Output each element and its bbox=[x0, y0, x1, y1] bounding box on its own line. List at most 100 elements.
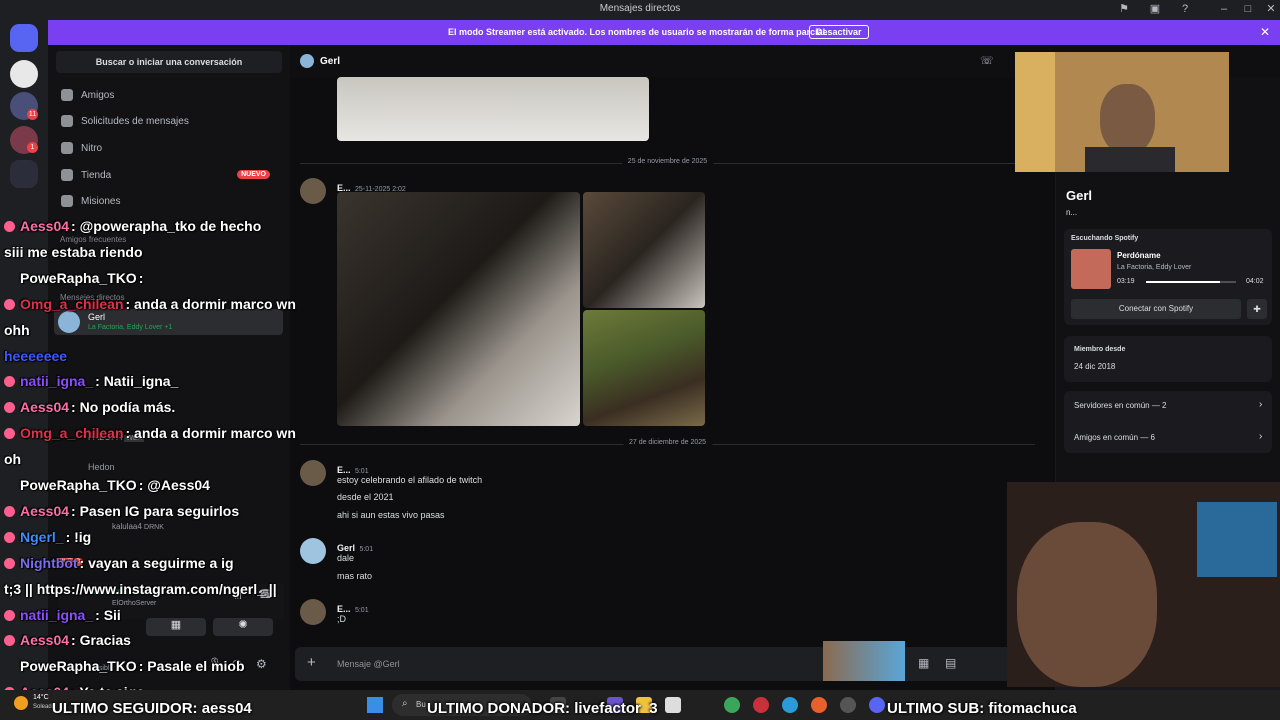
webcam-person bbox=[1017, 522, 1157, 687]
attachment-image[interactable] bbox=[583, 192, 705, 308]
heart-badge-icon bbox=[4, 376, 15, 388]
discord-home-icon[interactable] bbox=[10, 24, 38, 52]
stream-chat-line: siii me estaba riendo bbox=[4, 244, 143, 260]
gift-icon[interactable]: ▦ bbox=[918, 656, 929, 670]
channel-name: Gerl bbox=[320, 56, 341, 67]
opera-icon[interactable] bbox=[753, 697, 769, 713]
notepad-icon[interactable] bbox=[665, 697, 681, 713]
stream-chat-username: PoweRapha_TKO bbox=[20, 477, 137, 493]
stream-chat-username: Aess04 bbox=[20, 632, 70, 649]
date-divider: 25 de noviembre de 2025 bbox=[300, 158, 1035, 165]
nav-nitro[interactable]: Nitro bbox=[56, 137, 282, 161]
heart-badge-icon bbox=[4, 661, 15, 672]
attachment-image[interactable] bbox=[583, 310, 705, 426]
message-author[interactable]: E... bbox=[337, 604, 351, 614]
close-icon[interactable]: ✕ bbox=[1260, 25, 1270, 39]
stream-chat-username: Aess04 bbox=[20, 502, 70, 519]
maximize-icon[interactable]: □ bbox=[1241, 2, 1255, 16]
message-author[interactable]: E... bbox=[337, 465, 351, 475]
call-icon[interactable]: ☏ bbox=[980, 54, 994, 67]
stream-chat-line: PoweRapha_TKO: bbox=[4, 270, 143, 286]
date-divider: 27 de diciembre de 2025 bbox=[300, 439, 1035, 446]
nav-quests[interactable]: Misiones bbox=[56, 190, 282, 214]
spotify-label: Escuchando Spotify bbox=[1071, 235, 1139, 242]
stream-chat-text: : anda a dormir marco wn bbox=[125, 425, 296, 442]
heart-badge-icon bbox=[4, 428, 15, 440]
stream-chat-line: Aess04: @powerapha_tko de hecho bbox=[4, 218, 261, 234]
mutual-servers[interactable]: Servidores en común — 2 bbox=[1074, 401, 1167, 410]
heart-badge-icon bbox=[4, 609, 15, 621]
stream-chat-line: natii_igna_: Sii bbox=[4, 607, 121, 623]
attachment-image[interactable] bbox=[337, 192, 580, 426]
stream-chat-line: Ngerl_: !ig bbox=[4, 529, 91, 545]
heart-badge-icon bbox=[4, 531, 15, 543]
deactivate-button[interactable]: Desactivar bbox=[809, 25, 869, 39]
stream-chat-text: : !ig bbox=[65, 528, 92, 545]
stream-chat-text: : anda a dormir marco wn bbox=[125, 295, 296, 312]
mutuals-card: Servidores en común — 2 › Amigos en comú… bbox=[1064, 391, 1272, 453]
stream-chat-text: : No podía más. bbox=[71, 399, 176, 416]
nitro-icon bbox=[61, 142, 73, 154]
nav-friends[interactable]: Amigos bbox=[56, 84, 282, 108]
avatar[interactable] bbox=[300, 460, 326, 486]
unread-badge: 11 bbox=[27, 109, 38, 120]
server-folder-icon[interactable] bbox=[10, 160, 38, 188]
stream-chat-line: PoweRapha_TKO: Pasale el miob bbox=[4, 658, 245, 674]
stream-chat-username: Omg_a_chilean bbox=[20, 425, 124, 442]
webcam-overlay bbox=[1015, 52, 1229, 172]
track-artist[interactable]: La Factoria, Eddy Lover bbox=[1117, 264, 1191, 271]
member-since-label: Miembro desde bbox=[1074, 346, 1126, 353]
last-donor-ticker: ULTIMO DONADOR: livefactor 3 bbox=[427, 700, 658, 717]
add-attachment-icon[interactable]: + bbox=[307, 654, 316, 671]
help-icon[interactable]: ? bbox=[1178, 2, 1192, 16]
message-author[interactable]: Gerl bbox=[337, 543, 355, 553]
stream-chat-text: : Sii bbox=[95, 606, 121, 623]
last-follower-ticker: ULTIMO SEGUIDOR: aess04 bbox=[52, 700, 252, 717]
inbox-icon[interactable]: ⚑ bbox=[1117, 2, 1131, 16]
stream-chat-text: oh bbox=[4, 451, 22, 468]
chrome-icon[interactable] bbox=[724, 697, 740, 713]
heart-badge-icon bbox=[4, 557, 15, 569]
attachment-image[interactable] bbox=[337, 77, 649, 141]
mutual-friends[interactable]: Amigos en común — 6 bbox=[1074, 433, 1155, 442]
firefox-icon[interactable] bbox=[811, 697, 827, 713]
discord-taskbar-icon[interactable] bbox=[869, 697, 885, 713]
chevron-right-icon: › bbox=[1259, 399, 1263, 410]
avatar bbox=[300, 54, 314, 68]
stream-chat-line: Aess04: Pasen IG para seguirlos bbox=[4, 503, 239, 519]
avatar[interactable] bbox=[300, 538, 326, 564]
close-window-icon[interactable]: ✕ bbox=[1264, 2, 1278, 16]
stream-chat-text: : Gracias bbox=[71, 632, 131, 649]
stream-chat-line: Nightbot: vayan a seguirme a ig bbox=[4, 555, 234, 571]
track-title[interactable]: Perdóname bbox=[1117, 251, 1161, 260]
message-timestamp: 5:01 bbox=[359, 546, 374, 553]
stream-chat-text: : @Aess04 bbox=[138, 477, 210, 493]
track-duration: 04:02 bbox=[1246, 278, 1264, 285]
message-text: desde el 2021 bbox=[337, 492, 394, 502]
avatar[interactable] bbox=[300, 178, 326, 204]
avatar[interactable] bbox=[300, 599, 326, 625]
sticker-preview[interactable] bbox=[823, 641, 905, 681]
stream-chat-username: Nightbot bbox=[20, 554, 78, 571]
profile-subtitle: n... bbox=[1066, 208, 1078, 217]
album-art[interactable] bbox=[1071, 249, 1111, 289]
edge-icon[interactable] bbox=[782, 697, 798, 713]
nav-message-requests[interactable]: Solicitudes de mensajes bbox=[56, 110, 282, 134]
stream-chat-line: Omg_a_chilean: anda a dormir marco wn bbox=[4, 425, 296, 441]
user-add-icon[interactable]: ✚ bbox=[1247, 299, 1267, 319]
banner-text: El modo Streamer está activado. Los nomb… bbox=[448, 27, 828, 37]
message-composer[interactable]: + Mensaje @Gerl ▦ ▤ bbox=[295, 641, 1035, 681]
server-icon[interactable] bbox=[10, 60, 38, 88]
gif-icon[interactable]: ▤ bbox=[945, 656, 956, 670]
stream-chat-line: Aess04: Gracias bbox=[4, 632, 131, 648]
windows-start-icon[interactable] bbox=[367, 697, 383, 713]
connect-spotify-button[interactable]: Conectar con Spotify bbox=[1071, 299, 1241, 319]
screen-icon[interactable]: ▣ bbox=[1148, 2, 1162, 16]
obs-icon[interactable] bbox=[840, 697, 856, 713]
stream-chat-text: : Pasale el miob bbox=[138, 658, 245, 675]
search-conversation-button[interactable]: Buscar o iniciar una conversación bbox=[56, 51, 282, 73]
minimize-icon[interactable]: – bbox=[1217, 2, 1231, 16]
last-sub-ticker: ULTIMO SUB: fitomachuca bbox=[887, 700, 1077, 717]
nav-shop[interactable]: Tienda NUEVO bbox=[56, 164, 282, 188]
heart-badge-icon bbox=[4, 298, 15, 310]
